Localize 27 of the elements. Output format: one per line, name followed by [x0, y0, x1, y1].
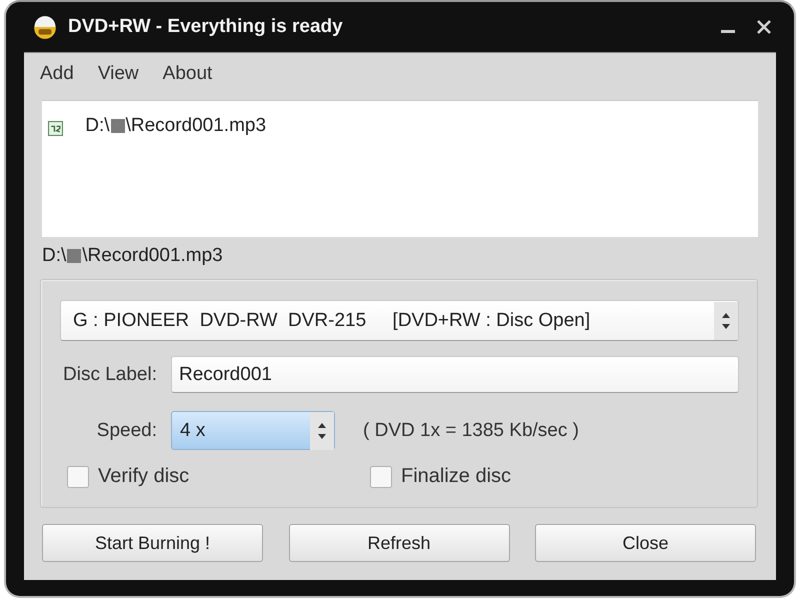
path-text: \Record001.mp3 — [82, 245, 223, 267]
menu-item[interactable]: About — [162, 63, 236, 85]
dialog-button[interactable]: Refresh — [288, 524, 510, 562]
field-label: Disc Label: — [62, 364, 157, 386]
speed-note: ( DVD 1x = 1385 Kb/sec ) — [363, 420, 579, 442]
dialog-button[interactable]: Close — [535, 524, 756, 562]
close-icon[interactable] — [756, 19, 772, 35]
speed-spinbox[interactable]: 4 x — [171, 411, 335, 450]
spin-arrows-icon — [714, 302, 738, 340]
redaction-mark-icon — [67, 249, 82, 263]
menu-item[interactable]: Add — [40, 63, 98, 85]
checkbox[interactable] — [370, 466, 392, 488]
app-icon — [32, 14, 58, 40]
checkbox[interactable] — [67, 466, 89, 488]
checkbox-label: Finalize disc — [401, 465, 512, 488]
dialog-button[interactable]: Start Burning ! — [42, 524, 263, 562]
drive-dropdown[interactable]: G : PIONEER DVD-RW DVR-215 [DVD+RW : Disc Open] — [60, 300, 739, 341]
disc-label-field[interactable]: Record001 — [171, 356, 739, 393]
file-icon — [48, 120, 63, 136]
field-label: Speed: — [96, 420, 157, 442]
redaction-mark-icon — [110, 119, 125, 133]
menu-item[interactable]: View — [98, 63, 163, 85]
checkbox-label: Verify disc — [98, 465, 190, 488]
window-title: DVD+RW - Everything is ready — [68, 16, 343, 38]
spin-arrows-icon — [310, 412, 334, 450]
path-text: D:\ — [42, 245, 66, 267]
file-list-item[interactable]: D:\ \Record001.mp3 — [48, 115, 752, 137]
